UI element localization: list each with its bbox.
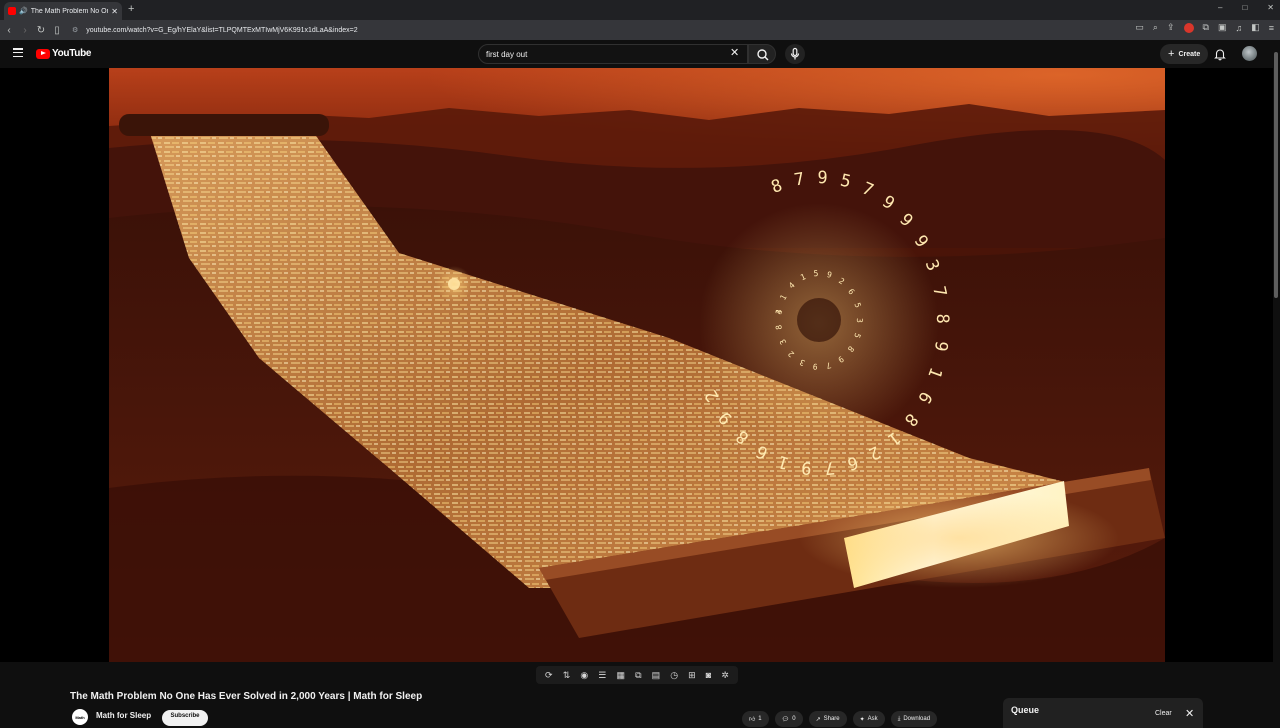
queue-title: Queue xyxy=(1011,705,1040,715)
plus-icon: + xyxy=(1168,48,1175,60)
tab-title: The Math Problem No One H xyxy=(30,7,109,15)
spiral-digit: 3 xyxy=(855,318,864,323)
notifications-bell-icon[interactable] xyxy=(1213,47,1227,61)
youtube-logo[interactable]: YouTube xyxy=(36,48,92,59)
share-button[interactable]: ↗ Share xyxy=(808,711,847,727)
channel-name[interactable]: Math for Sleep xyxy=(96,711,151,720)
video-scene-illustration: 8 7 9 5 799937891681267916892 3141 5 926535897… xyxy=(109,68,1165,662)
download-label: Download xyxy=(903,716,931,722)
video-actions: 👍︎ 1 💬︎ 0 ↗ Share ✦ Ask ⤓ Download xyxy=(742,711,938,727)
channel-avatar[interactable]: Math xyxy=(72,709,88,725)
thumbs-up-icon: 👍︎ xyxy=(749,717,756,723)
audio-wave-icon[interactable]: ◉ xyxy=(580,670,588,681)
screenshot-icon[interactable]: ◙ xyxy=(706,670,711,680)
wallet-icon[interactable]: ▣ xyxy=(1218,22,1227,33)
search-query: first day out xyxy=(486,49,528,59)
spiral-digit: 7 xyxy=(824,457,836,478)
browser-toolbar: ‹ › ↻ ▯ ⚙ youtube.com/watch?v=G_Eg/hYEla… xyxy=(0,20,1280,40)
queue-clear-button[interactable]: Clear xyxy=(1155,710,1172,717)
spiral-digit: 9 xyxy=(817,168,828,188)
share-page-icon[interactable]: ⇪ xyxy=(1167,22,1175,33)
user-avatar[interactable] xyxy=(1242,46,1257,61)
ask-label: Ask xyxy=(867,716,878,722)
extensions-icon[interactable]: ⧉ xyxy=(1203,22,1209,33)
spiral-digit: 9 xyxy=(800,457,812,478)
timer-icon[interactable]: ◷ xyxy=(670,670,678,681)
comment-count: 0 xyxy=(792,716,796,722)
scrollbar-thumb[interactable] xyxy=(1274,52,1278,298)
popup-icon[interactable]: ⊞ xyxy=(688,670,696,681)
search-button[interactable] xyxy=(748,44,776,64)
site-info-icon[interactable]: ⚙ xyxy=(72,26,78,34)
search-icon xyxy=(757,49,769,61)
maximize-button[interactable]: □ xyxy=(1242,3,1247,12)
youtube-header: YouTube first day out ✕ + Create xyxy=(0,40,1280,68)
download-button[interactable]: ⤓ Download xyxy=(890,711,938,727)
youtube-favicon-icon xyxy=(8,7,16,15)
queue-panel: Queue Clear ✕ xyxy=(1003,698,1203,728)
voice-search-button[interactable] xyxy=(785,44,805,64)
spiral-digit: 5 xyxy=(813,269,819,278)
address-bar[interactable]: ⚙ youtube.com/watch?v=G_Eg/hYElaY&list=T… xyxy=(68,22,1108,38)
download-icon: ⤓ xyxy=(897,715,901,722)
forward-icon[interactable]: › xyxy=(18,25,32,36)
guide-menu-icon[interactable] xyxy=(13,48,23,57)
url-text: youtube.com/watch?v=G_Eg/hYElaY&list=TLP… xyxy=(86,26,358,34)
video-player[interactable]: 8795799937891681267916892 31415926535897… xyxy=(0,68,1273,662)
sidebar-icon[interactable]: ◧ xyxy=(1251,22,1260,33)
youtube-wordmark: YouTube xyxy=(52,48,92,59)
browser-tab[interactable]: 🔊 The Math Problem No One H ✕ xyxy=(4,2,122,20)
bookmark-icon[interactable]: ▯ xyxy=(50,25,64,36)
theater-icon[interactable]: ▦ xyxy=(616,670,625,681)
video-frame[interactable]: 8795799937891681267916892 31415926535897… xyxy=(109,68,1165,662)
sparkle-icon: ✦ xyxy=(859,716,865,723)
create-label: Create xyxy=(1178,50,1201,58)
audio-playing-icon[interactable]: 🔊 xyxy=(19,7,28,15)
reload-icon[interactable]: ↻ xyxy=(34,25,48,36)
close-tab-icon[interactable]: ✕ xyxy=(111,7,118,16)
microphone-icon xyxy=(790,47,800,60)
new-tab-button[interactable]: + xyxy=(128,3,134,15)
search-input[interactable]: first day out xyxy=(478,44,748,64)
minimize-button[interactable]: – xyxy=(1218,3,1222,12)
create-button[interactable]: + Create xyxy=(1160,44,1209,64)
subscribe-button[interactable]: Subscribe xyxy=(162,710,208,726)
brave-shield-icon[interactable] xyxy=(1183,22,1194,33)
window-controls: – □ ✕ xyxy=(1218,3,1274,12)
comment-icon: 💬︎ xyxy=(781,716,790,723)
spiral-digit: 9 xyxy=(812,362,818,371)
comments-button[interactable]: 💬︎ 0 xyxy=(774,711,803,727)
resize-icon[interactable]: ⧉ xyxy=(635,670,641,681)
page-scrollbar[interactable] xyxy=(1273,40,1279,720)
youtube-play-icon xyxy=(36,48,50,59)
playlist-icon[interactable]: ☰ xyxy=(598,670,606,681)
cast-icon[interactable]: ▭ xyxy=(1135,22,1144,33)
zoom-icon[interactable]: ⌕ xyxy=(1153,22,1158,33)
ask-button[interactable]: ✦ Ask xyxy=(852,711,885,727)
settings-gear-icon[interactable]: ✲ xyxy=(721,670,729,681)
share-icon: ↗ xyxy=(815,716,821,723)
loop-icon[interactable]: ⟳ xyxy=(545,670,553,681)
queue-close-icon[interactable]: ✕ xyxy=(1185,707,1194,720)
toolbar-actions: ▭ ⌕ ⇪ ⧉ ▣ ♫ ◧ ≡ xyxy=(1135,22,1274,33)
player-extension-controls: ⟳ ⇅ ◉ ☰ ▦ ⧉ ▤ ◷ ⊞ ◙ ✲ xyxy=(536,666,738,684)
clear-search-icon[interactable]: ✕ xyxy=(730,46,739,59)
speed-icon[interactable]: ⇅ xyxy=(563,670,571,681)
menu-icon[interactable]: ≡ xyxy=(1269,23,1274,33)
back-icon[interactable]: ‹ xyxy=(2,25,16,36)
close-window-button[interactable]: ✕ xyxy=(1267,3,1274,12)
miniplayer-icon[interactable]: ▤ xyxy=(652,670,661,681)
like-count: 1 xyxy=(758,716,762,722)
browser-tab-strip: 🔊 The Math Problem No One H ✕ + – □ ✕ xyxy=(0,0,1280,20)
media-icon[interactable]: ♫ xyxy=(1235,23,1242,33)
share-label: Share xyxy=(823,716,840,722)
like-button[interactable]: 👍︎ 1 xyxy=(742,711,769,727)
video-title: The Math Problem No One Has Ever Solved … xyxy=(70,691,423,702)
spiral-digit: 8 xyxy=(932,313,952,324)
